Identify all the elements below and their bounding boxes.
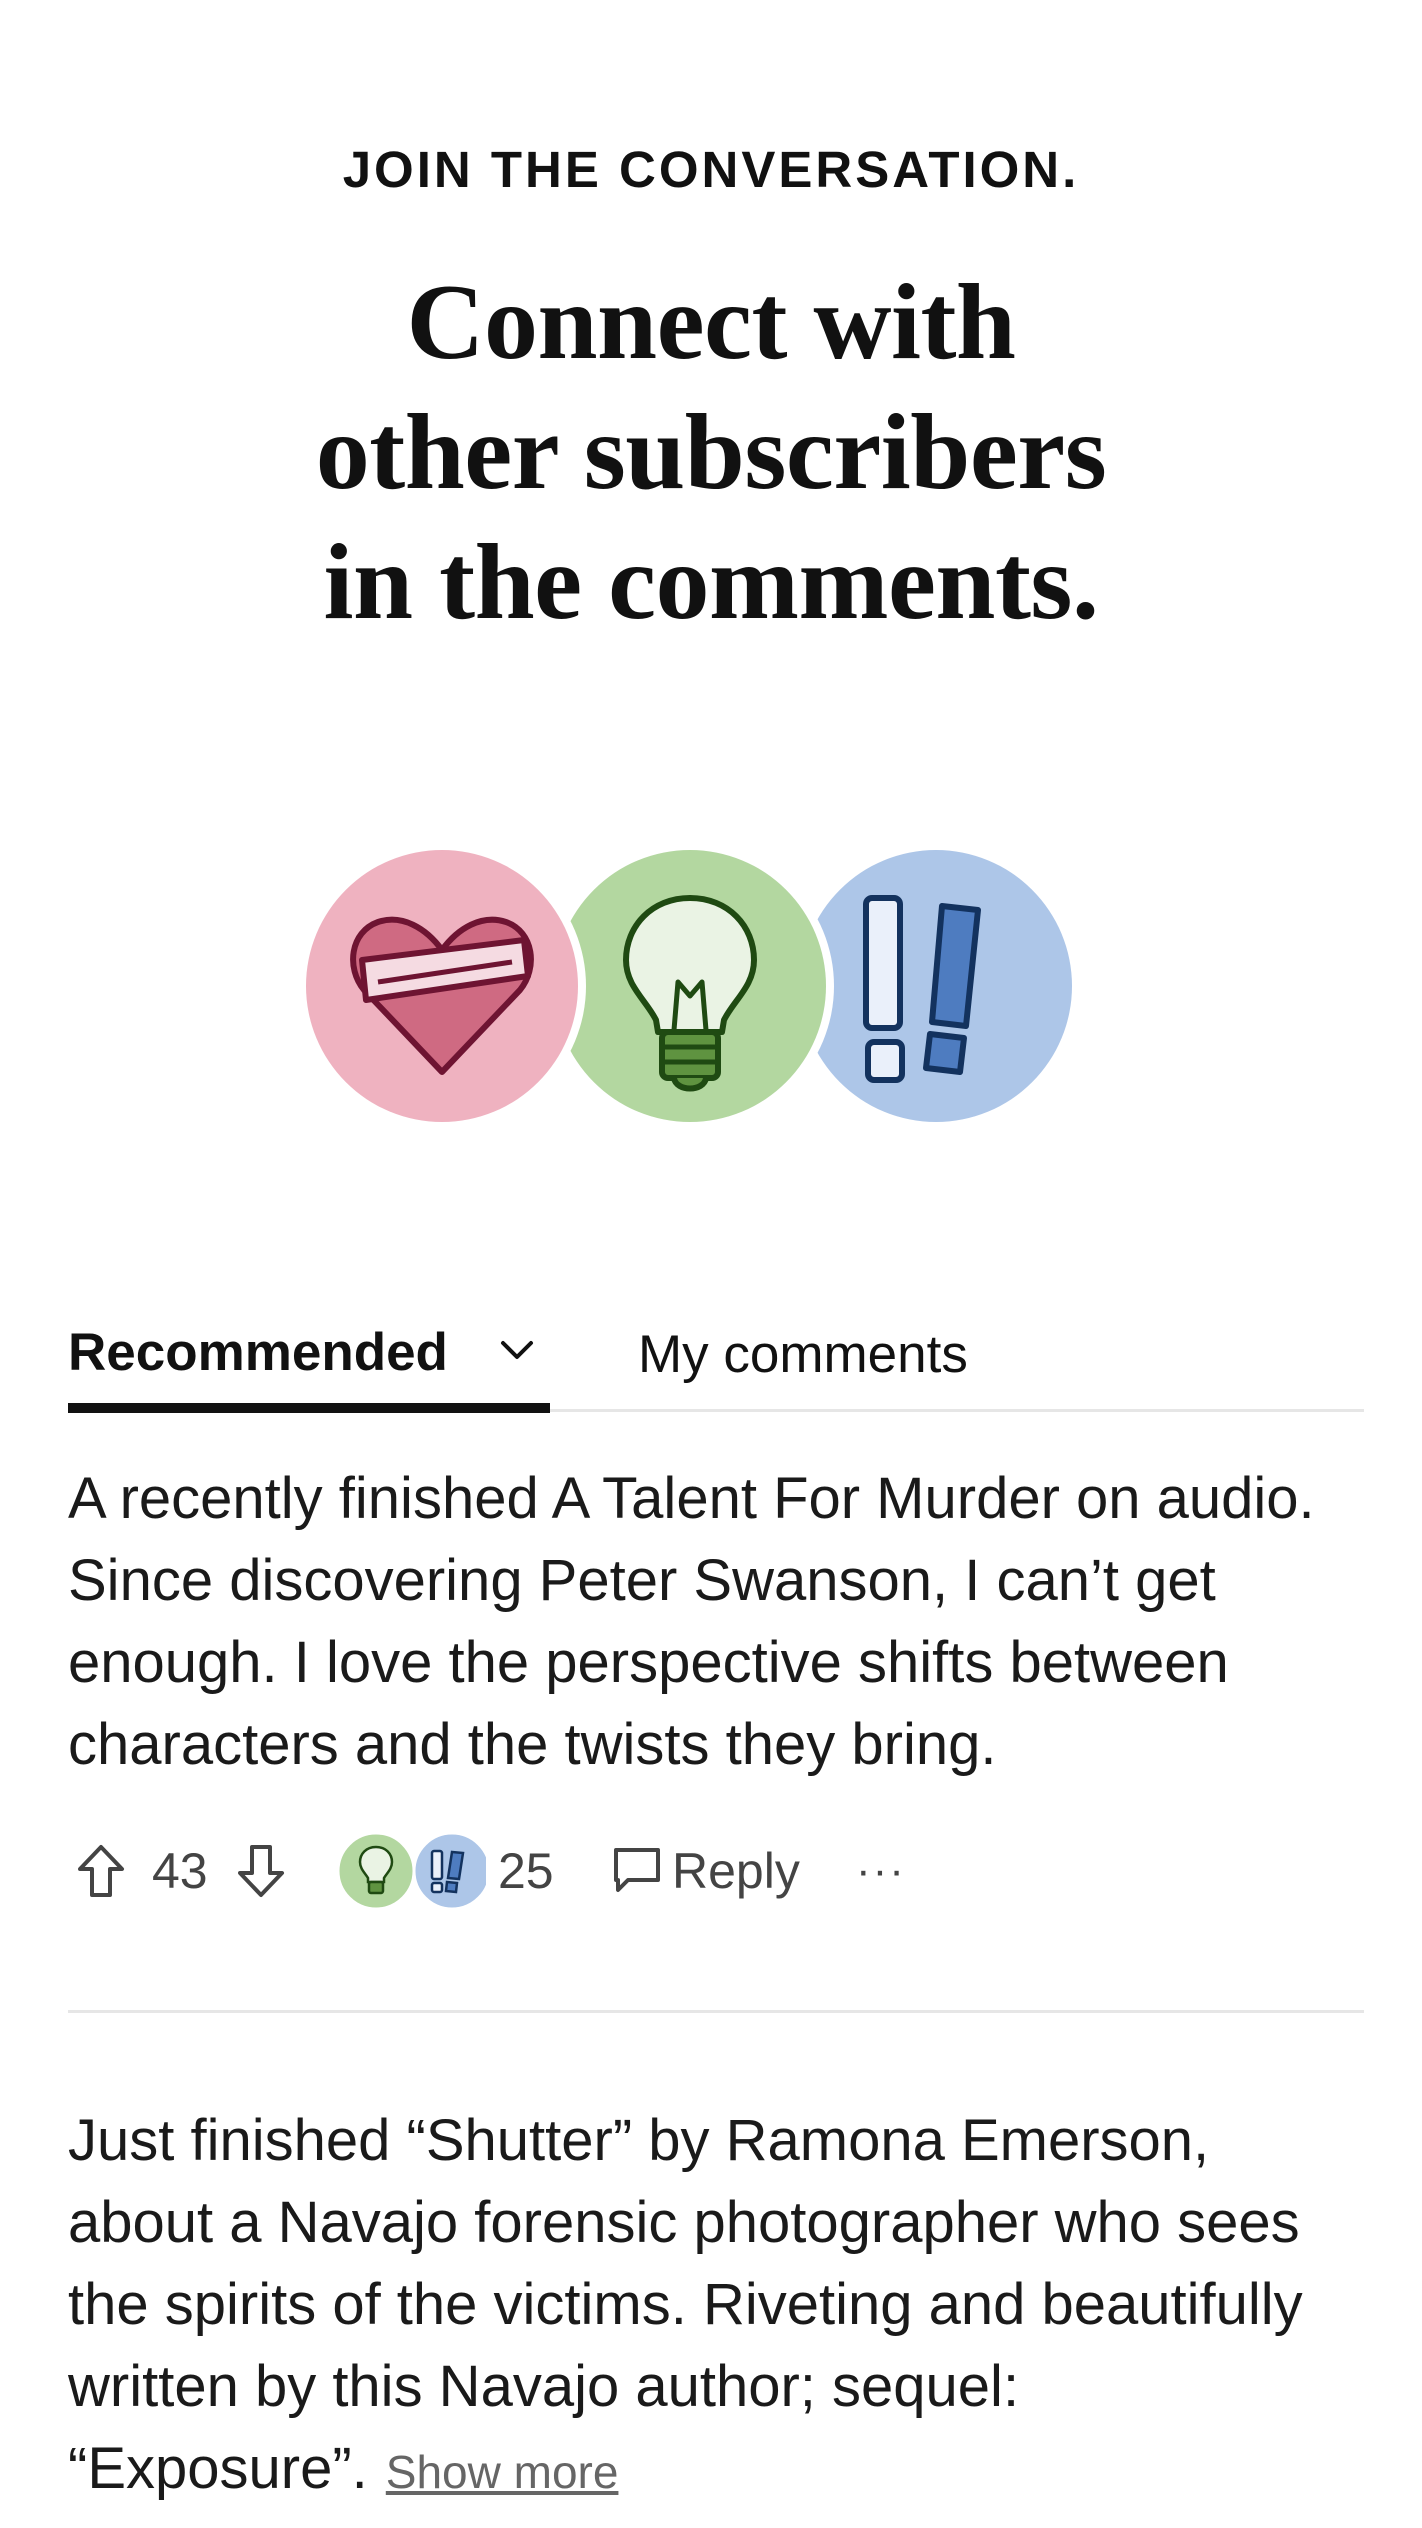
comments-page: JOIN THE CONVERSATION. Connect with othe… — [0, 0, 1422, 2528]
upvote-count-label: 43 — [152, 1843, 208, 1899]
tab-my-comments-label: My comments — [638, 1325, 968, 1384]
arrow-up-icon — [76, 1843, 126, 1899]
reactions-mini-icons — [336, 1831, 486, 1911]
chevron-down-icon — [501, 1341, 533, 1359]
ellipsis-icon: ··· — [856, 1846, 906, 1895]
comment-body: Just finished “Shutter” by Ramona Emerso… — [68, 2100, 1368, 2513]
show-more-link[interactable]: Show more — [386, 2446, 619, 2498]
comment-tabs: Recommended My comments — [68, 1290, 1364, 1413]
comment-body-text: Just finished “Shutter” by Ramona Emerso… — [68, 2108, 1303, 2501]
more-options-button[interactable]: ··· — [856, 1826, 906, 1916]
headline-line: in the comments. — [323, 523, 1099, 642]
reaction-badges — [306, 850, 1072, 1122]
upvote-count: 43 — [152, 1826, 208, 1916]
comment-divider — [68, 2010, 1364, 2013]
tab-my-comments[interactable]: My comments — [638, 1310, 998, 1410]
tab-recommended-label: Recommended — [68, 1323, 448, 1382]
headline-line: other subscribers — [315, 393, 1107, 512]
reactions-count-label: 25 — [498, 1843, 554, 1899]
active-tab-indicator — [68, 1403, 550, 1413]
downvote-button[interactable] — [236, 1826, 286, 1916]
headline-line: Connect with — [406, 263, 1017, 382]
lightbulb-icon — [554, 850, 826, 1122]
eyebrow-heading: JOIN THE CONVERSATION. — [342, 141, 1080, 198]
reply-button[interactable]: Reply — [612, 1826, 800, 1916]
double-exclamation-icon — [800, 850, 1072, 1122]
comment-actions: 43 25 Reply ··· — [68, 1826, 1168, 1916]
speech-bubble-icon — [612, 1846, 662, 1896]
upvote-button[interactable] — [76, 1826, 126, 1916]
comment-item: Just finished “Shutter” by Ramona Emerso… — [68, 2100, 1368, 2513]
comment-body: A recently finished A Talent For Murder … — [68, 1466, 1315, 1777]
tab-recommended[interactable]: Recommended — [68, 1310, 550, 1413]
promo-headline: Connect with other subscribers in the co… — [0, 258, 1422, 648]
bandaged-heart-icon — [306, 850, 578, 1122]
reactions-button[interactable] — [336, 1826, 486, 1916]
reactions-count: 25 — [498, 1826, 554, 1916]
comment-item: A recently finished A Talent For Murder … — [68, 1458, 1368, 1786]
reply-label: Reply — [672, 1843, 800, 1899]
arrow-down-icon — [236, 1843, 286, 1899]
